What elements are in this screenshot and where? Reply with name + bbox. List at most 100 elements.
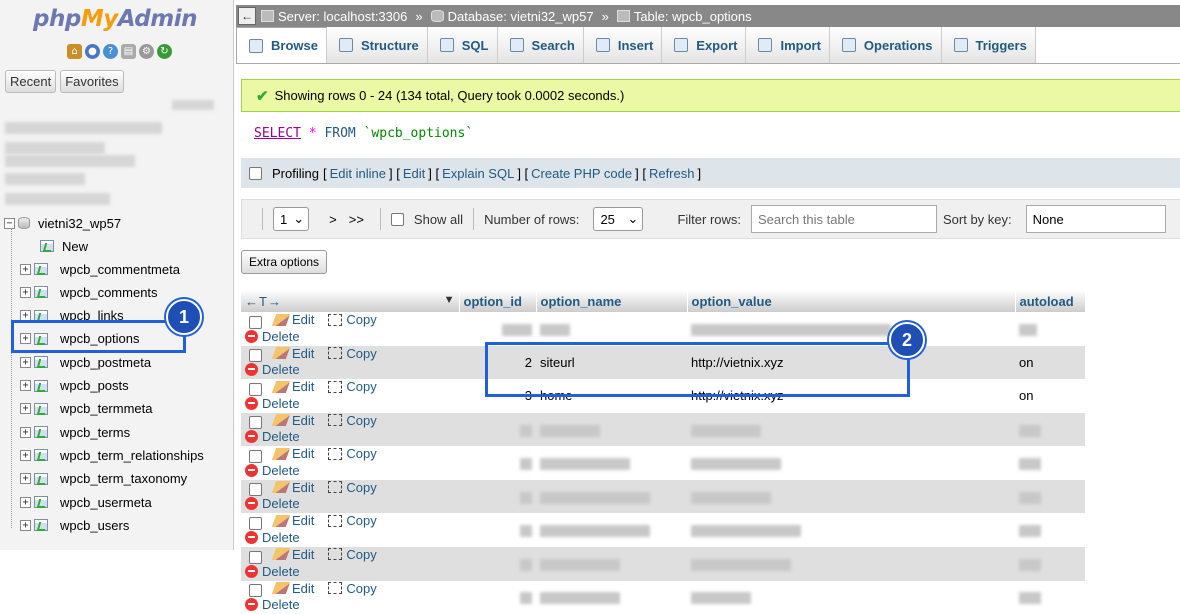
copy-button[interactable]: Copy xyxy=(328,346,376,361)
explain-sql-link[interactable]: Explain SQL xyxy=(442,166,514,181)
row-checkbox[interactable] xyxy=(249,517,262,530)
breadcrumb-server[interactable]: Server: localhost:3306 xyxy=(278,9,407,24)
expand-icon[interactable]: + xyxy=(20,287,31,298)
refresh-link[interactable]: Refresh xyxy=(649,166,695,181)
phpmyadmin-logo[interactable]: phpMyAdmin xyxy=(33,6,197,32)
recent-tab[interactable]: Recent xyxy=(5,70,56,93)
delete-button[interactable]: Delete xyxy=(245,329,300,344)
edit-inline-link[interactable]: Edit inline xyxy=(330,166,386,181)
expand-icon[interactable]: + xyxy=(20,497,31,508)
sidebar-item-wpcb_comments[interactable]: +wpcb_comments xyxy=(20,282,158,302)
row-checkbox[interactable] xyxy=(249,416,262,429)
row-checkbox[interactable] xyxy=(249,383,262,396)
edit-button[interactable]: Edit xyxy=(274,379,314,394)
sidebar-item-wpcb_users[interactable]: +wpcb_users xyxy=(20,515,129,535)
expand-icon[interactable]: + xyxy=(20,427,31,438)
copy-button[interactable]: Copy xyxy=(328,513,376,528)
sort-select[interactable]: None xyxy=(1026,205,1166,233)
expand-icon[interactable]: + xyxy=(20,450,31,461)
expand-icon[interactable]: + xyxy=(20,357,31,368)
delete-button[interactable]: Delete xyxy=(245,530,300,545)
show-all-checkbox[interactable] xyxy=(391,213,404,226)
sidebar-item-wpcb_term_taxonomy[interactable]: +wpcb_term_taxonomy xyxy=(20,469,187,489)
last-page-button[interactable]: >> xyxy=(349,212,364,227)
column-option-value[interactable]: option_value xyxy=(687,290,1015,312)
expand-icon[interactable]: + xyxy=(20,380,31,391)
page-select[interactable]: 1⌄ xyxy=(273,207,309,231)
expand-icon[interactable]: + xyxy=(20,520,31,531)
sql-query-box[interactable]: SELECT * FROM `wpcb_options` xyxy=(241,112,1180,158)
copy-button[interactable]: Copy xyxy=(328,446,376,461)
cell-autoload[interactable]: on xyxy=(1015,379,1085,413)
breadcrumb-table[interactable]: Table: wpcb_options xyxy=(634,9,752,24)
sidebar-item-wpcb_terms[interactable]: +wpcb_terms xyxy=(20,422,130,442)
delete-button[interactable]: Delete xyxy=(245,597,300,612)
home-icon[interactable]: ⌂ xyxy=(67,44,82,59)
delete-button[interactable]: Delete xyxy=(245,396,300,411)
copy-button[interactable]: Copy xyxy=(328,379,376,394)
column-option-name[interactable]: option_name xyxy=(536,290,687,312)
copy-button[interactable]: Copy xyxy=(328,312,376,327)
edit-button[interactable]: Edit xyxy=(274,446,314,461)
next-page-button[interactable]: > xyxy=(329,212,337,227)
row-checkbox[interactable] xyxy=(249,483,262,496)
edit-link[interactable]: Edit xyxy=(403,166,425,181)
database-item[interactable]: − vietni32_wp57 xyxy=(4,213,121,233)
tab-triggers[interactable]: Triggers xyxy=(942,27,1036,63)
reload-icon[interactable]: ↻ xyxy=(157,44,172,59)
docs-icon[interactable]: ▤ xyxy=(121,44,136,59)
extra-options-button[interactable]: Extra options xyxy=(241,250,327,274)
create-php-code-link[interactable]: Create PHP code xyxy=(531,166,632,181)
delete-button[interactable]: Delete xyxy=(245,362,300,377)
tab-insert[interactable]: Insert xyxy=(584,27,662,63)
tab-operations[interactable]: Operations xyxy=(830,27,942,63)
filter-input[interactable]: Search this table xyxy=(751,205,937,233)
gear-icon[interactable]: ⚙ xyxy=(139,44,154,59)
breadcrumb-database[interactable]: Database: vietni32_wp57 xyxy=(448,9,594,24)
sort-dropdown-icon[interactable]: ▼ xyxy=(444,294,455,306)
tab-import[interactable]: Import xyxy=(746,27,829,63)
rows-select[interactable]: 25⌄ xyxy=(593,207,643,231)
sidebar-item-wpcb_term_relationships[interactable]: +wpcb_term_relationships xyxy=(20,445,204,465)
tab-export[interactable]: Export xyxy=(662,27,746,63)
sidebar-item-wpcb_commentmeta[interactable]: +wpcb_commentmeta xyxy=(20,259,180,279)
new-table-item[interactable]: New xyxy=(26,236,88,256)
delete-button[interactable]: Delete xyxy=(245,429,300,444)
cell-autoload[interactable]: on xyxy=(1015,346,1085,380)
favorites-tab[interactable]: Favorites xyxy=(60,70,123,93)
logout-icon[interactable]: ● xyxy=(85,44,100,59)
copy-button[interactable]: Copy xyxy=(328,581,376,596)
profiling-checkbox[interactable] xyxy=(249,167,262,180)
row-checkbox[interactable] xyxy=(249,316,262,329)
delete-button[interactable]: Delete xyxy=(245,564,300,579)
column-option-id[interactable]: option_id xyxy=(459,290,536,312)
edit-button[interactable]: Edit xyxy=(274,346,314,361)
sidebar-item-wpcb_postmeta[interactable]: +wpcb_postmeta xyxy=(20,352,151,372)
row-checkbox[interactable] xyxy=(249,551,262,564)
edit-button[interactable]: Edit xyxy=(274,581,314,596)
sidebar-item-wpcb_termmeta[interactable]: +wpcb_termmeta xyxy=(20,399,152,419)
edit-button[interactable]: Edit xyxy=(274,480,314,495)
tab-structure[interactable]: Structure xyxy=(327,27,428,63)
collapse-nav-icon[interactable]: ← xyxy=(238,7,256,25)
tab-browse[interactable]: Browse xyxy=(236,27,327,63)
tab-sql[interactable]: SQL xyxy=(428,27,498,63)
copy-button[interactable]: Copy xyxy=(328,480,376,495)
tab-search[interactable]: Search xyxy=(498,27,584,63)
column-autoload[interactable]: autoload xyxy=(1015,290,1085,312)
row-checkbox[interactable] xyxy=(249,450,262,463)
edit-button[interactable]: Edit xyxy=(274,547,314,562)
help-icon[interactable]: ? xyxy=(103,44,118,59)
delete-button[interactable]: Delete xyxy=(245,463,300,478)
expand-icon[interactable]: + xyxy=(20,264,31,275)
expand-icon[interactable]: + xyxy=(20,473,31,484)
row-checkbox[interactable] xyxy=(249,584,262,597)
sidebar-item-wpcb_posts[interactable]: +wpcb_posts xyxy=(20,376,129,396)
edit-button[interactable]: Edit xyxy=(274,513,314,528)
row-checkbox[interactable] xyxy=(249,349,262,362)
delete-button[interactable]: Delete xyxy=(245,496,300,511)
edit-button[interactable]: Edit xyxy=(274,312,314,327)
sidebar-item-wpcb_usermeta[interactable]: +wpcb_usermeta xyxy=(20,492,152,512)
column-arrows-icon[interactable]: ←T→ xyxy=(245,294,282,309)
expand-icon[interactable]: + xyxy=(20,403,31,414)
